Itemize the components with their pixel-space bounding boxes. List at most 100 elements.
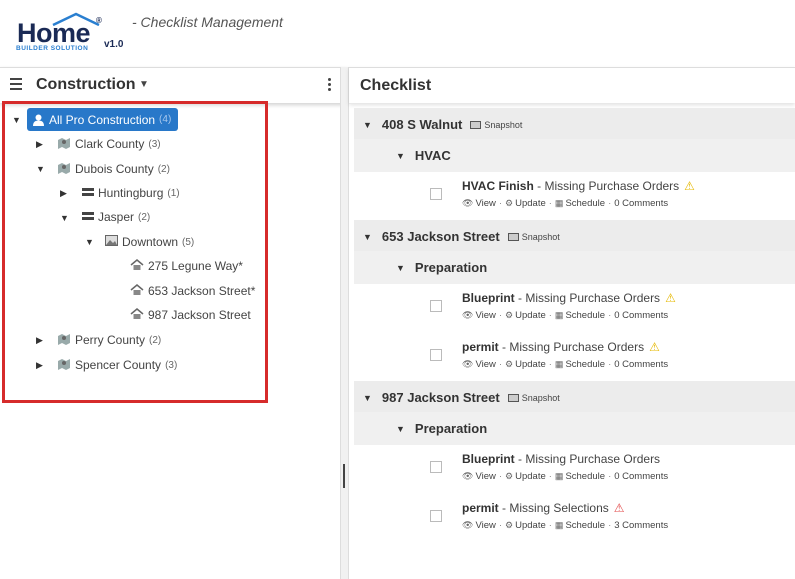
checklist-site-group[interactable]: ▼ 653 Jackson Street Snapshot xyxy=(354,220,795,253)
warning-icon: ⚠ xyxy=(649,340,660,354)
item-name: Blueprint xyxy=(462,291,515,305)
tree-node-jasper[interactable]: Jasper (2) xyxy=(82,207,150,227)
house-icon xyxy=(130,259,144,273)
checklist-site-group[interactable]: ▼ 408 S Walnut Snapshot xyxy=(354,108,795,141)
tree-node-label: 275 Legune Way* xyxy=(148,259,243,273)
caret-down-icon[interactable]: ▼ xyxy=(396,151,405,161)
snapshot-link[interactable]: Snapshot xyxy=(507,232,560,242)
checklist-category-group[interactable]: ▼ Preparation xyxy=(354,412,795,445)
caret-down-icon[interactable]: ▼ xyxy=(363,120,372,130)
tree-toggle-collapsed-icon[interactable]: ▶ xyxy=(36,139,43,150)
logo-registered-mark: ® xyxy=(96,16,102,25)
caret-down-icon[interactable]: ▼ xyxy=(363,393,372,403)
tree-node-987-jackson-street[interactable]: 987 Jackson Street xyxy=(130,305,251,325)
splitter-handle-icon[interactable] xyxy=(343,464,345,488)
update-link[interactable]: ⚙ Update xyxy=(505,520,546,531)
view-link[interactable]: 👁 View xyxy=(462,310,496,321)
schedule-link[interactable]: ▦ Schedule xyxy=(555,520,605,531)
item-checkbox[interactable] xyxy=(430,510,442,522)
app-logo: Home ® BUILDER SOLUTION v1.0 xyxy=(15,12,130,56)
caret-down-icon[interactable]: ▼ xyxy=(396,263,405,273)
comments-link[interactable]: 0 Comments xyxy=(614,310,668,321)
tree-node-spencer-county[interactable]: Spencer County (3) xyxy=(57,355,177,375)
tree-node-label: 653 Jackson Street* xyxy=(148,284,256,298)
view-label: View xyxy=(475,471,496,482)
tree-node-root[interactable]: All Pro Construction (4) xyxy=(27,108,178,131)
comments-link[interactable]: 0 Comments xyxy=(614,198,668,209)
schedule-link[interactable]: ▦ Schedule xyxy=(555,310,605,321)
snapshot-icon xyxy=(507,232,519,241)
hamburger-menu-icon[interactable] xyxy=(10,78,22,90)
item-name: permit xyxy=(462,340,499,354)
tree-node-653-jackson-street[interactable]: 653 Jackson Street* xyxy=(130,281,255,301)
tree-node-count: (2) xyxy=(149,334,162,346)
tree-toggle-expanded-icon[interactable]: ▼ xyxy=(36,164,45,174)
view-link[interactable]: 👁 View xyxy=(462,359,496,370)
item-checkbox[interactable] xyxy=(430,349,442,361)
tree-toggle-expanded-icon[interactable]: ▼ xyxy=(12,115,21,125)
site-name: 653 Jackson Street xyxy=(381,229,500,244)
map-icon xyxy=(57,137,71,152)
kebab-menu-icon[interactable] xyxy=(328,78,332,92)
tree-node-huntingburg[interactable]: Huntingburg (1) xyxy=(82,183,180,203)
item-status: - Missing Selections xyxy=(502,501,609,515)
checklist-category-group[interactable]: ▼ Preparation xyxy=(354,251,795,284)
tree-node-count: (2) xyxy=(138,211,151,223)
item-checkbox[interactable] xyxy=(430,461,442,473)
schedule-link[interactable]: ▦ Schedule xyxy=(555,359,605,370)
tree-node-clark-county[interactable]: Clark County (3) xyxy=(57,134,161,154)
item-status: - Missing Purchase Orders xyxy=(502,340,645,354)
comments-link[interactable]: 0 Comments xyxy=(614,359,668,370)
tree-toggle-collapsed-icon[interactable]: ▶ xyxy=(36,360,43,371)
schedule-link[interactable]: ▦ Schedule xyxy=(555,471,605,482)
item-name: Blueprint xyxy=(462,452,515,466)
map-icon xyxy=(57,358,71,373)
category-name: Preparation xyxy=(414,260,488,275)
schedule-link[interactable]: ▦ Schedule xyxy=(555,198,605,209)
tree-node-label: Huntingburg xyxy=(98,186,164,200)
update-icon: ⚙ xyxy=(505,310,514,320)
app-version: v1.0 xyxy=(104,39,124,50)
update-link[interactable]: ⚙ Update xyxy=(505,198,546,209)
tree-node-count: (1) xyxy=(167,187,180,199)
comments-link[interactable]: 0 Comments xyxy=(614,471,668,482)
org-selector[interactable]: Construction xyxy=(36,76,136,94)
calendar-icon: ▦ xyxy=(554,359,564,369)
tree-toggle-collapsed-icon[interactable]: ▶ xyxy=(60,188,67,199)
item-checkbox[interactable] xyxy=(430,188,442,200)
view-label: View xyxy=(475,520,496,531)
tree-node-count: (2) xyxy=(157,163,170,175)
tree-toggle-collapsed-icon[interactable]: ▶ xyxy=(36,335,43,346)
view-link[interactable]: 👁 View xyxy=(462,471,496,482)
item-checkbox[interactable] xyxy=(430,300,442,312)
schedule-label: Schedule xyxy=(565,310,606,321)
view-link[interactable]: 👁 View xyxy=(462,520,496,531)
tree-node-count: (3) xyxy=(148,138,161,150)
warning-icon: ⚠ xyxy=(684,179,695,193)
caret-down-icon[interactable]: ▼ xyxy=(139,79,149,90)
snapshot-link[interactable]: Snapshot xyxy=(470,120,522,130)
comments-link[interactable]: 3 Comments xyxy=(614,520,668,531)
tree-toggle-expanded-icon[interactable]: ▼ xyxy=(60,213,69,223)
item-title: permit - Missing Purchase Orders ⚠ xyxy=(462,340,660,354)
tree-node-count: (4) xyxy=(159,114,172,125)
panel-splitter[interactable] xyxy=(340,67,349,579)
view-link[interactable]: 👁 View xyxy=(462,198,496,209)
checklist-category-group[interactable]: ▼ HVAC xyxy=(354,139,795,172)
update-link[interactable]: ⚙ Update xyxy=(505,359,546,370)
update-link[interactable]: ⚙ Update xyxy=(505,471,546,482)
update-label: Update xyxy=(515,359,546,370)
tree-node-label: Downtown xyxy=(122,235,179,249)
tree-node-downtown[interactable]: Downtown (5) xyxy=(105,232,194,252)
tree-node-dubois-county[interactable]: Dubois County (2) xyxy=(57,159,170,179)
caret-down-icon[interactable]: ▼ xyxy=(396,424,405,434)
tree-toggle-expanded-icon[interactable]: ▼ xyxy=(85,237,94,247)
view-label: View xyxy=(475,310,496,321)
caret-down-icon[interactable]: ▼ xyxy=(363,232,372,242)
checklist-site-group[interactable]: ▼ 987 Jackson Street Snapshot xyxy=(354,381,795,414)
update-link[interactable]: ⚙ Update xyxy=(505,310,546,321)
tree-node-perry-county[interactable]: Perry County (2) xyxy=(57,330,161,350)
tree-node-275-legune-way[interactable]: 275 Legune Way* xyxy=(130,256,243,276)
snapshot-link[interactable]: Snapshot xyxy=(507,393,560,403)
checklist-item: Blueprint - Missing Purchase Orders ⚠ 👁 V… xyxy=(354,286,795,335)
